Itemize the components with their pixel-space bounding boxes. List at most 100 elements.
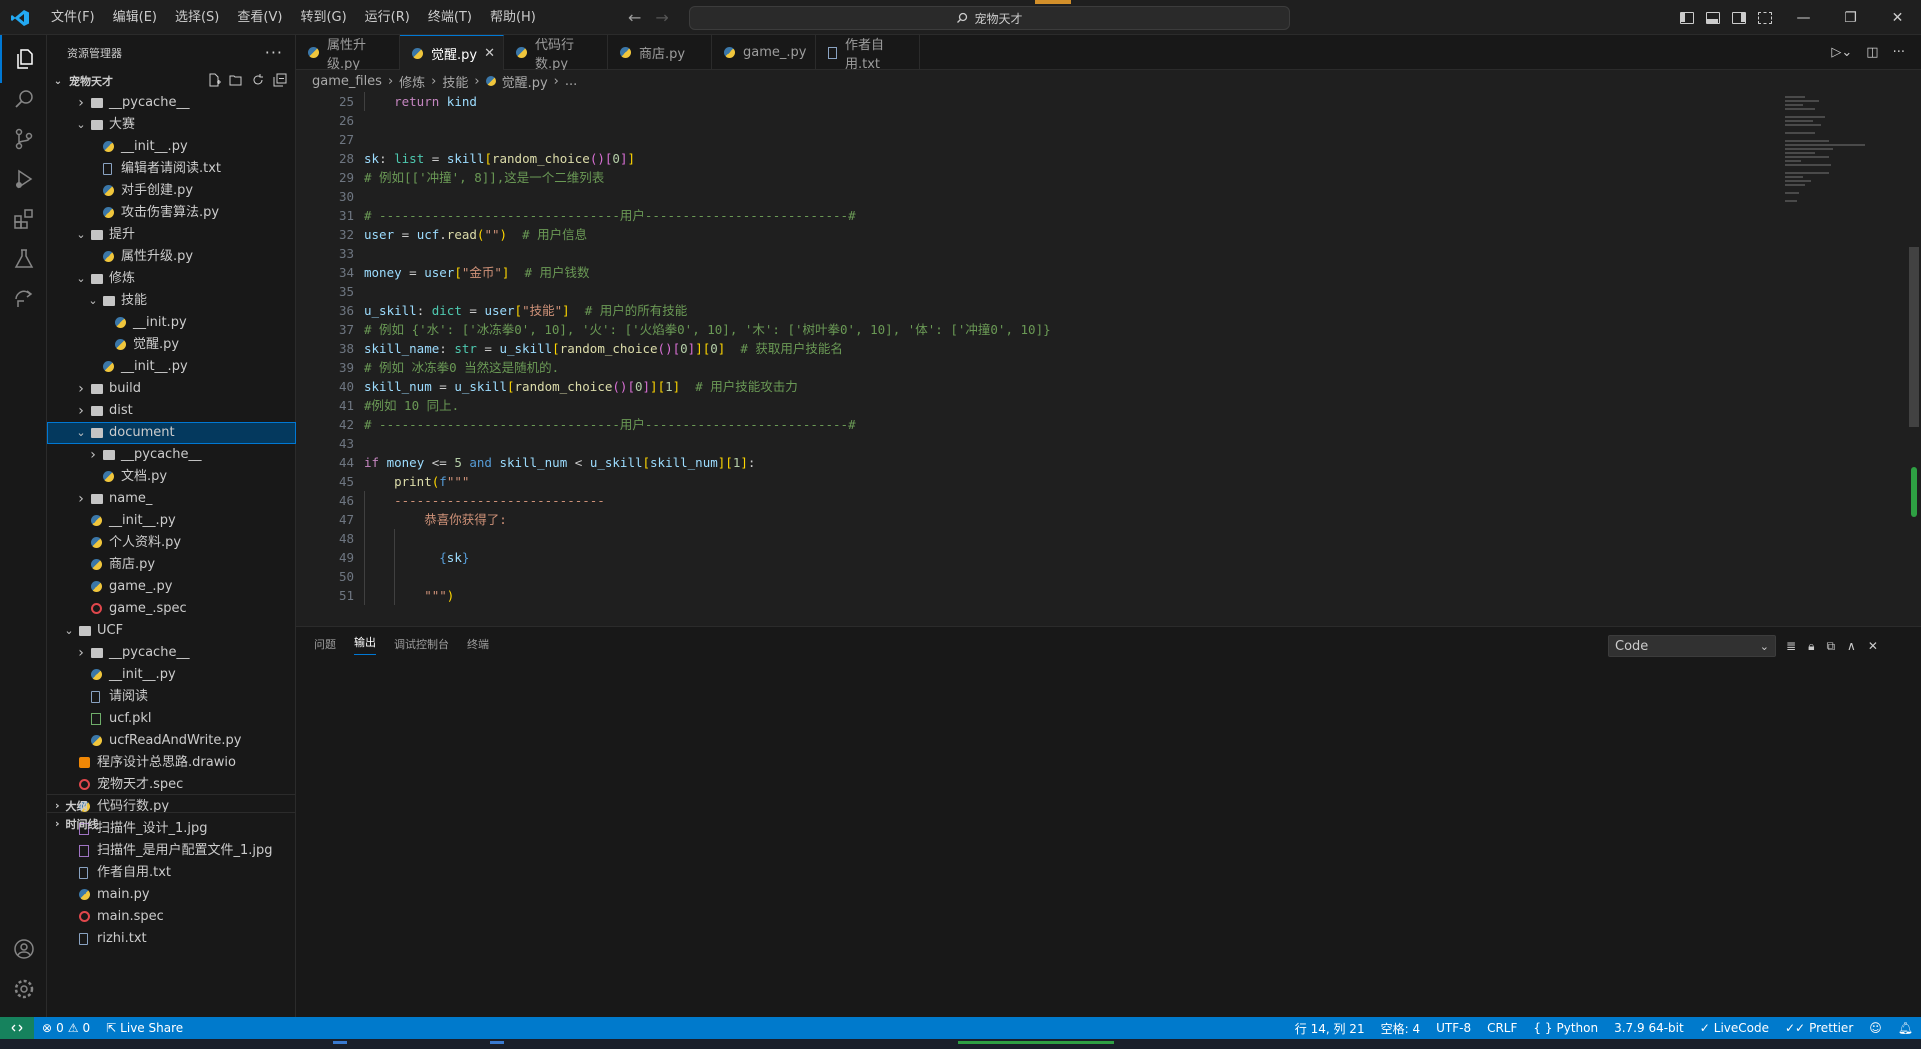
customize-layout-icon[interactable] [1758,11,1772,24]
menu-item[interactable]: 文件(F) [42,0,104,35]
breadcrumb-item[interactable]: ... [565,74,577,89]
cursor-position[interactable]: 行 14, 列 21 [1287,1020,1373,1037]
menu-item[interactable]: 帮助(H) [481,0,545,35]
tab--py[interactable]: 商店.py [608,35,712,70]
toggle-secondary-sidebar-icon[interactable] [1732,11,1746,24]
collapse-all-icon[interactable] [273,73,287,87]
folder-item[interactable]: ⌄ 修炼 [47,268,296,290]
panel-tab[interactable]: 输出 [354,634,376,655]
language-mode[interactable]: { } Python [1525,1021,1606,1035]
breadcrumb-item[interactable]: 觉醒.py [502,72,548,91]
split-editor-icon[interactable]: ◫ [1866,45,1878,60]
toggle-panel-icon[interactable] [1706,11,1720,24]
folder-item[interactable]: › name_ [47,488,296,510]
editor-scrollbar[interactable] [1907,92,1921,626]
file-item[interactable]: 请阅读 [47,686,296,708]
menu-item[interactable]: 转到(G) [291,0,355,35]
more-actions-icon[interactable]: ··· [1893,45,1905,60]
code-editor[interactable]: 25 26 27 28 29 30 31 32 33 34 35 36 37 38 39 40 41 42 43 44… [296,92,1921,626]
file-item[interactable]: ucfReadAndWrite.py [47,730,296,752]
clear-output-icon[interactable]: ≣ [1786,639,1796,653]
panel-tab[interactable]: 调试控制台 [394,636,449,652]
close-panel-icon[interactable]: ✕ [1868,639,1878,653]
restore-icon[interactable]: ❐ [1827,0,1874,35]
close-window-icon[interactable]: ✕ [1874,0,1921,35]
file-item[interactable]: 商店.py [47,554,296,576]
file-item[interactable]: 宠物天才.spec [47,774,296,796]
notifications-bell-icon[interactable]: 🔔︎ [1890,1021,1921,1035]
settings-gear-icon[interactable] [0,965,47,1013]
output-channel-select[interactable]: Code ⌄ [1608,635,1776,657]
tab--py[interactable]: 觉醒.py ✕ [400,35,504,70]
folder-item[interactable]: ⌄ document [47,422,296,444]
file-item[interactable]: game_.py [47,576,296,598]
file-item[interactable]: main.spec [47,906,296,928]
python-interpreter[interactable]: 3.7.9 64-bit [1606,1021,1692,1035]
folder-item[interactable]: ⌄ UCF [47,620,296,642]
folder-item[interactable]: › __pycache__ [47,444,296,466]
file-item[interactable]: 作者自用.txt [47,862,296,884]
maximize-panel-icon[interactable]: ∧ [1847,639,1856,653]
close-tab-icon[interactable]: ✕ [484,46,495,61]
file-item[interactable]: 程序设计总思路.drawio [47,752,296,774]
file-item[interactable]: 对手创建.py [47,180,296,202]
file-item[interactable]: __init.py [47,312,296,334]
menu-item[interactable]: 编辑(E) [104,0,166,35]
tab-game_-py[interactable]: game_.py [712,35,816,70]
new-file-icon[interactable] [207,73,221,87]
file-item[interactable]: 扫描件_是用户配置文件_1.jpg [47,840,296,862]
minimize-icon[interactable]: — [1780,0,1827,35]
tab--py[interactable]: 属性升级.py [296,35,400,72]
command-center-search[interactable]: 宠物天才 [689,6,1290,30]
file-item[interactable]: 属性升级.py [47,246,296,268]
feedback-icon[interactable]: ☺ [1861,1021,1890,1035]
end-of-line[interactable]: CRLF [1479,1021,1525,1035]
taskbar-item[interactable] [333,1041,347,1044]
lock-icon[interactable]: 🔒︎ [1808,639,1814,654]
run-file-icon[interactable]: ▷⌄ [1831,45,1852,60]
taskbar-item[interactable] [490,1041,504,1044]
file-item[interactable]: __init__.py [47,664,296,686]
file-item[interactable]: __init__.py [47,356,296,378]
folder-item[interactable]: ⌄ 提升 [47,224,296,246]
open-in-editor-icon[interactable]: ⧉ [1826,639,1835,654]
file-item[interactable]: __init__.py [47,136,296,158]
problems-status[interactable]: ⊗ 0 ⚠ 0 [34,1021,98,1035]
folder-item[interactable]: › __pycache__ [47,92,296,114]
file-item[interactable]: ucf.pkl [47,708,296,730]
folder-item[interactable]: › dist [47,400,296,422]
refresh-icon[interactable] [251,73,265,87]
file-item[interactable]: 攻击伤害算法.py [47,202,296,224]
minimap[interactable] [1781,92,1901,212]
file-item[interactable]: __init__.py [47,510,296,532]
panel-tab[interactable]: 问题 [314,636,336,652]
workspace-root-header[interactable]: ⌄ 宠物天才 [47,70,295,92]
live-share-icon[interactable] [0,275,47,323]
indentation[interactable]: 空格: 4 [1373,1020,1429,1037]
file-item[interactable]: 觉醒.py [47,334,296,356]
menu-item[interactable]: 终端(T) [419,0,481,35]
encoding[interactable]: UTF-8 [1428,1021,1479,1035]
menu-item[interactable]: 查看(V) [228,0,291,35]
new-folder-icon[interactable] [229,73,243,87]
panel-tab[interactable]: 终端 [467,636,489,652]
editor-scrollbar-thumb[interactable] [1909,247,1919,427]
tab--py[interactable]: 代码行数.py [504,35,608,72]
breadcrumb-item[interactable]: 修炼 [399,72,425,91]
more-actions-icon[interactable]: ··· [265,43,283,62]
remote-indicator[interactable] [0,1017,34,1039]
breadcrumb-item[interactable]: game_files [312,74,382,89]
breadcrumb-item[interactable]: 技能 [442,72,468,91]
prettier-status[interactable]: ✓✓ Prettier [1777,1021,1861,1035]
menu-item[interactable]: 选择(S) [166,0,228,35]
file-item[interactable]: rizhi.txt [47,928,296,950]
livecode-status[interactable]: ✓ LiveCode [1692,1021,1777,1035]
file-item[interactable]: main.py [47,884,296,906]
forward-arrow-icon[interactable]: → [655,8,668,27]
back-arrow-icon[interactable]: ← [628,8,641,27]
taskbar-active-item[interactable] [958,1041,1114,1044]
file-item[interactable]: 文档.py [47,466,296,488]
live-share-status[interactable]: ⇱ Live Share [98,1021,191,1035]
folder-item[interactable]: ⌄ 技能 [47,290,296,312]
file-item[interactable]: 个人资料.py [47,532,296,554]
